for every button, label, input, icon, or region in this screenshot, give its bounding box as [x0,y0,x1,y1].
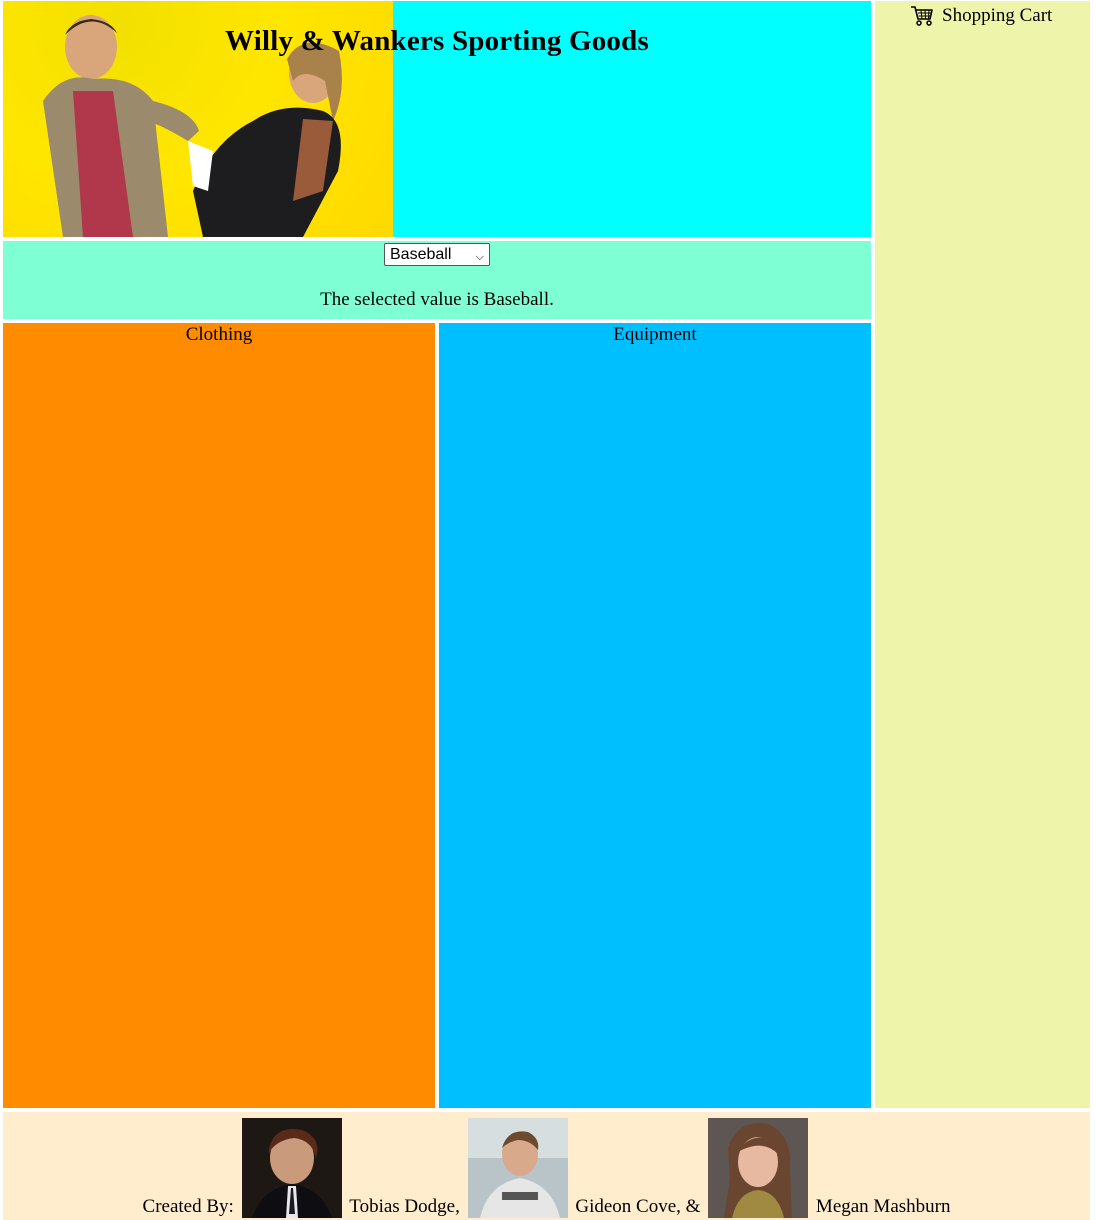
author-name-2: Gideon Cove, & [575,1196,701,1217]
author-name-3: Megan Mashburn [815,1196,951,1217]
site-footer: Created By: Tobias Dodge, Gideon Cove, &… [3,1112,1090,1220]
sport-select[interactable]: Baseball ⌵ [384,243,490,266]
sport-selector-panel: Baseball ⌵ The selected value is Basebal… [3,241,871,319]
site-header: Willy & Wankers Sporting Goods [3,1,871,237]
author-photo-tobias [241,1118,342,1218]
shopping-cart-link[interactable]: Shopping Cart [910,5,1052,27]
author-photo-megan [708,1118,809,1218]
sport-select-value: Baseball [390,246,452,263]
shopping-cart-label: Shopping Cart [942,5,1053,26]
chevron-down-icon: ⌵ [475,251,484,263]
created-by-label: Created By: [142,1196,234,1217]
clothing-heading: Clothing [185,324,253,345]
shopping-cart-icon [911,6,933,26]
clothing-section: Clothing [3,323,435,1108]
shopping-cart-panel: Shopping Cart [875,1,1090,1108]
author-photo-gideon [467,1118,568,1218]
author-name-1: Tobias Dodge, [349,1196,460,1217]
equipment-section: Equipment [439,323,871,1108]
selected-value-text: The selected value is Baseball. [320,289,554,310]
credits-row: Created By: Tobias Dodge, Gideon Cove, &… [3,1118,1090,1218]
equipment-heading: Equipment [613,324,697,345]
site-title: Willy & Wankers Sporting Goods [225,25,649,57]
